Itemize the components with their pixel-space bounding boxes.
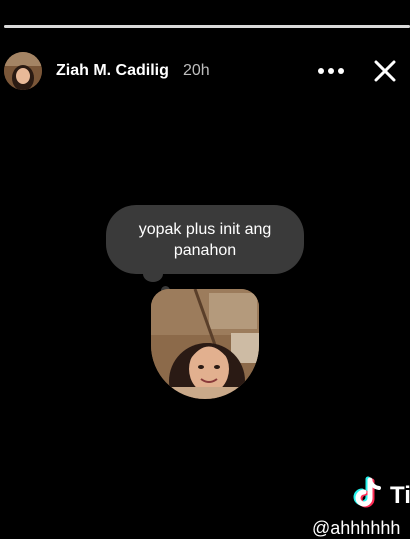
- avatar[interactable]: [4, 52, 42, 90]
- tiktok-brand-text: Ti: [390, 482, 410, 509]
- note-bubble-tail: [143, 266, 163, 282]
- tiktok-watermark: Ti @ahhhhhh: [312, 474, 410, 538]
- story-photo[interactable]: [151, 289, 259, 399]
- note-text: yopak plus init ang panahon: [138, 221, 272, 259]
- avatar-photo: [4, 52, 42, 90]
- story-progress-fill: [4, 25, 410, 28]
- more-options-button[interactable]: [316, 60, 346, 82]
- story-header: Ziah M. Cadilig 20h: [4, 52, 410, 90]
- more-horizontal-icon: [318, 68, 344, 74]
- tiktok-handle: @ahhhhhh: [312, 518, 401, 538]
- story-timestamp: 20h: [183, 62, 210, 79]
- close-icon: [374, 60, 396, 82]
- story-progress-bar: [4, 25, 410, 28]
- note-bubble: yopak plus init ang panahon: [106, 205, 304, 274]
- story-photo-image: [151, 289, 259, 399]
- author-name[interactable]: Ziah M. Cadilig: [56, 62, 169, 80]
- tiktok-icon: [353, 476, 381, 508]
- close-button[interactable]: [372, 58, 398, 84]
